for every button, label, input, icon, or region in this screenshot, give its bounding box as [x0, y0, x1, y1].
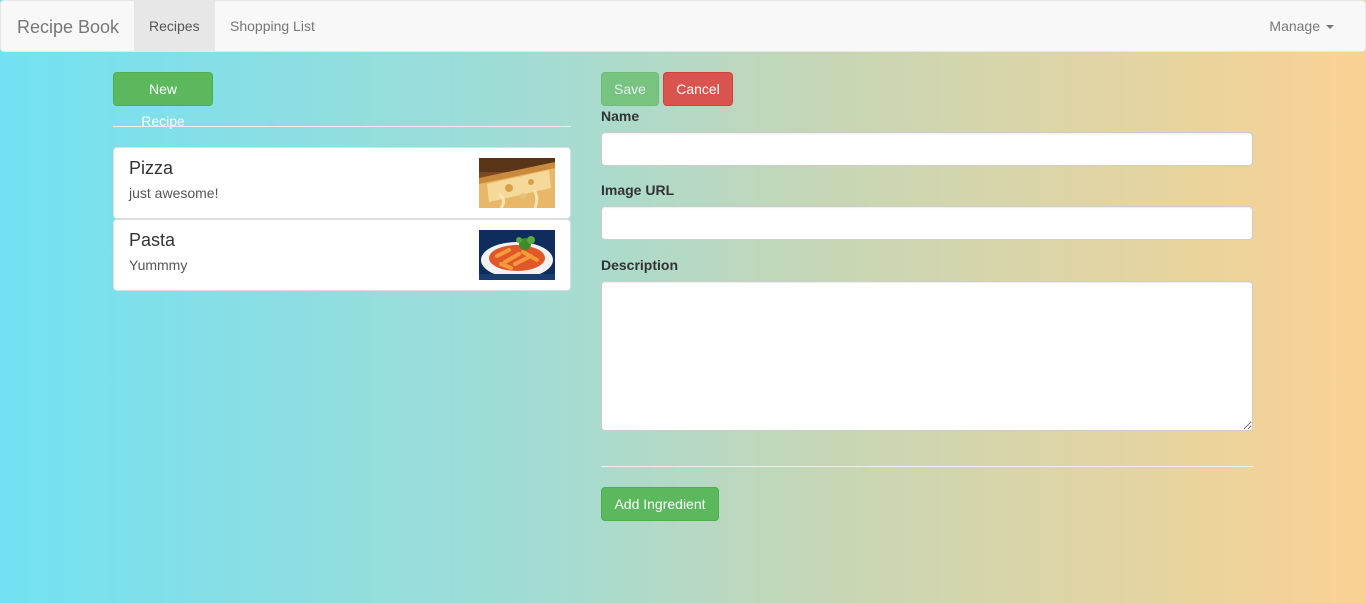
navbar: Recipe Book Recipes Shopping List Manage [0, 0, 1366, 52]
manage-dropdown[interactable]: Manage [1254, 1, 1349, 51]
name-label: Name [601, 108, 640, 124]
name-field[interactable] [601, 132, 1253, 166]
new-recipe-button[interactable]: New Recipe [113, 72, 213, 129]
nav-item-shopping-list[interactable]: Shopping List [215, 1, 330, 51]
image-url-field[interactable] [601, 206, 1253, 240]
manage-dropdown-label: Manage [1269, 18, 1320, 34]
image-url-label: Image URL [601, 182, 675, 198]
caret-down-icon [1326, 25, 1334, 30]
save-button[interactable]: Save [601, 72, 659, 106]
description-label: Description [601, 257, 679, 273]
recipe-description: just awesome! [129, 185, 219, 201]
add-ingredient-button[interactable]: Add Ingredient [601, 487, 719, 521]
recipe-item-pasta[interactable]: Pasta Yummmy [113, 219, 571, 291]
brand-link[interactable]: Recipe Book [17, 17, 119, 37]
description-field[interactable] [601, 281, 1253, 431]
recipe-item-pizza[interactable]: Pizza just awesome! [113, 147, 571, 219]
nav-item-recipes[interactable]: Recipes [134, 1, 215, 51]
pasta-image [479, 230, 555, 280]
recipe-name: Pasta [129, 230, 176, 250]
pizza-image [479, 158, 555, 208]
recipe-description: Yummmy [129, 257, 188, 273]
recipe-name: Pizza [129, 158, 174, 178]
divider [113, 126, 571, 127]
cancel-button[interactable]: Cancel [663, 72, 733, 106]
divider [601, 466, 1253, 467]
